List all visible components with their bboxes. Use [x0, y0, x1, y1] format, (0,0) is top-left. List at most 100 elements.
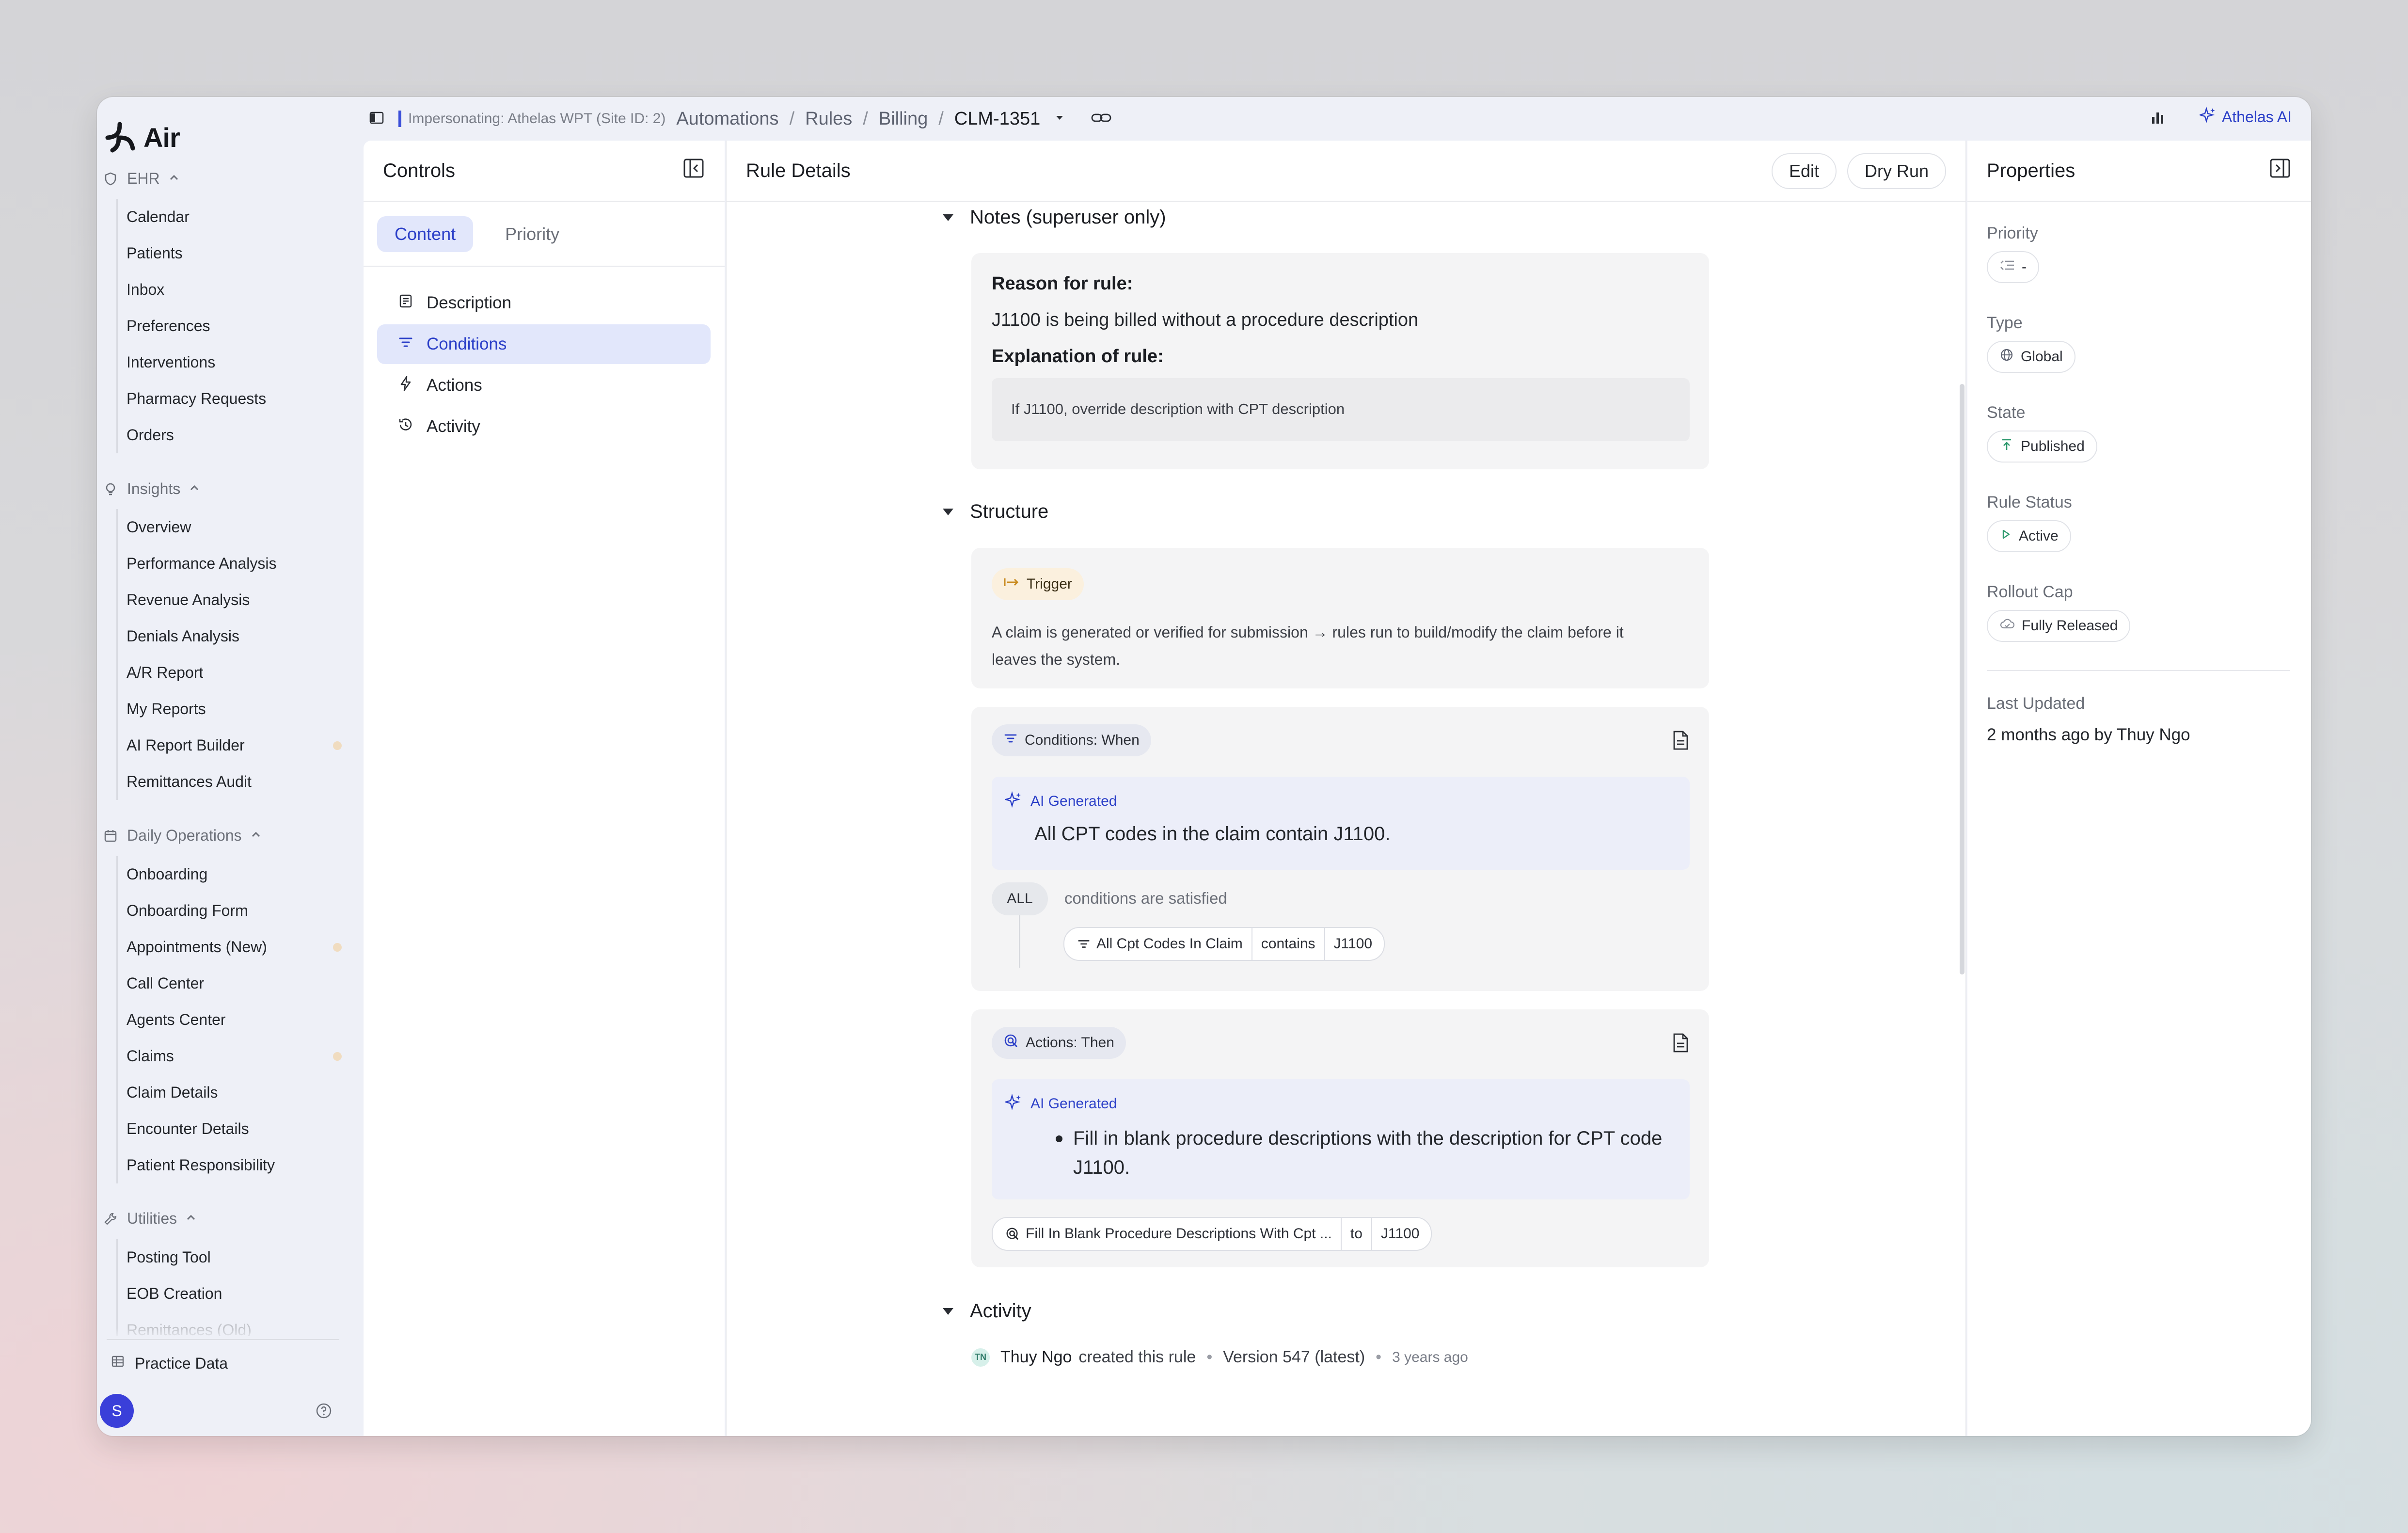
activity-version[interactable]: Version 547 (latest) — [1223, 1348, 1365, 1367]
impersonation-banner: Impersonating: Athelas WPT (Site ID: 2) — [398, 111, 665, 127]
sidebar-item-posting-tool[interactable]: Posting Tool — [118, 1239, 340, 1276]
breadcrumb-automations[interactable]: Automations — [676, 109, 778, 129]
lightning-icon — [397, 375, 414, 396]
edit-button[interactable]: Edit — [1771, 153, 1837, 189]
sidebar-item-pharmacy-requests[interactable]: Pharmacy Requests — [118, 381, 340, 417]
sidebar-item-patient-responsibility[interactable]: Patient Responsibility — [118, 1147, 340, 1183]
rule-status-chip[interactable]: Active — [1987, 520, 2071, 552]
sidebar-item-remittances-audit[interactable]: Remittances Audit — [118, 764, 340, 800]
condition-row[interactable]: All Cpt Codes In Claim contains J1100 — [1063, 927, 1385, 961]
activity-time: 3 years ago — [1392, 1349, 1468, 1365]
rollout-cap-chip[interactable]: Fully Released — [1987, 610, 2131, 642]
sidebar-toggle-icon[interactable] — [368, 110, 385, 128]
activity-section-toggle[interactable]: Activity — [943, 1300, 1031, 1322]
ai-generated-label: AI Generated — [1030, 1096, 1117, 1112]
dry-run-button[interactable]: Dry Run — [1847, 153, 1946, 189]
breadcrumb-separator: / — [789, 108, 795, 129]
toc-description[interactable]: Description — [377, 283, 711, 323]
bar-chart-icon[interactable] — [2148, 108, 2168, 130]
actions-summary-line: J1100. — [1073, 1157, 1130, 1178]
section-daily-operations[interactable]: Daily Operations — [102, 827, 262, 845]
reason-heading: Reason for rule: — [992, 273, 1133, 294]
sidebar-item-interventions[interactable]: Interventions — [118, 344, 340, 381]
breadcrumb-billing[interactable]: Billing — [879, 109, 928, 129]
tab-content[interactable]: Content — [377, 216, 474, 252]
toc-activity[interactable]: Activity — [377, 407, 711, 447]
sidebar-item-claims[interactable]: Claims — [118, 1038, 342, 1074]
athelas-ai-button[interactable]: Athelas AI — [2198, 106, 2292, 127]
sidebar-item-encounter-details[interactable]: Encounter Details — [118, 1111, 340, 1147]
sidebar-item-claim-details[interactable]: Claim Details — [118, 1074, 340, 1111]
nav-label: AI Report Builder — [127, 736, 245, 754]
breadcrumb-separator: / — [938, 108, 944, 129]
publish-icon — [1999, 437, 2014, 456]
sidebar-item-eob-creation[interactable]: EOB Creation — [118, 1276, 340, 1312]
type-chip[interactable]: Global — [1987, 341, 2075, 373]
sidebar-item-denials-analysis[interactable]: Denials Analysis — [118, 618, 340, 655]
document-icon[interactable] — [1671, 1033, 1690, 1055]
sidebar-item-revenue-analysis[interactable]: Revenue Analysis — [118, 582, 340, 618]
sidebar-item-ar-report[interactable]: A/R Report — [118, 655, 340, 691]
sidebar-item-my-reports[interactable]: My Reports — [118, 691, 340, 727]
arrow-right-from-bar-icon — [1003, 576, 1020, 592]
trigger-label: Trigger — [1027, 576, 1072, 592]
chevron-up-icon — [188, 480, 201, 498]
target-icon — [1003, 1033, 1019, 1053]
toc-actions[interactable]: Actions — [377, 366, 711, 405]
practice-data-label: Practice Data — [135, 1354, 228, 1372]
scrollbar[interactable] — [1960, 384, 1964, 974]
breadcrumb-rules[interactable]: Rules — [805, 109, 852, 129]
action-operator: to — [1340, 1218, 1371, 1250]
sidebar-item-onboarding[interactable]: Onboarding — [118, 856, 340, 893]
all-badge[interactable]: ALL — [992, 882, 1048, 915]
trigger-badge: Trigger — [992, 568, 1084, 600]
sidebar-item-overview[interactable]: Overview — [118, 509, 340, 545]
sidebar-item-inbox[interactable]: Inbox — [118, 271, 340, 308]
section-ehr[interactable]: EHR — [102, 170, 180, 188]
link-icon[interactable] — [1091, 111, 1112, 128]
sidebar-item-agents-center[interactable]: Agents Center — [118, 1002, 340, 1038]
sidebar-item-orders[interactable]: Orders — [118, 417, 340, 453]
controls-tabs: Content Priority — [377, 216, 577, 252]
last-updated-label: Last Updated — [1987, 694, 2085, 713]
status-dot — [333, 741, 342, 750]
sidebar-item-appointments-new[interactable]: Appointments (New) — [118, 929, 342, 965]
notes-title: Notes (superuser only) — [970, 207, 1166, 228]
help-icon[interactable] — [315, 1402, 333, 1422]
state-chip[interactable]: Published — [1987, 431, 2097, 463]
notes-section-toggle[interactable]: Notes (superuser only) — [943, 207, 1166, 228]
type-label: Type — [1987, 314, 2023, 332]
sidebar-item-calendar[interactable]: Calendar — [118, 199, 340, 235]
section-utilities[interactable]: Utilities — [102, 1210, 197, 1228]
sidebar-item-call-center[interactable]: Call Center — [118, 965, 340, 1002]
sidebar-item-onboarding-form[interactable]: Onboarding Form — [118, 893, 340, 929]
toc-conditions[interactable]: Conditions — [377, 324, 711, 364]
sidebar-item-patients[interactable]: Patients — [118, 235, 340, 271]
document-icon[interactable] — [1671, 730, 1690, 753]
action-row[interactable]: Fill In Blank Procedure Descriptions Wit… — [992, 1217, 1432, 1251]
priority-chip[interactable]: - — [1987, 251, 2039, 283]
sidebar-item-ai-report-builder[interactable]: AI Report Builder — [118, 727, 342, 764]
collapse-panel-icon[interactable] — [2268, 157, 2292, 185]
conditions-summary: All CPT codes in the claim contain J1100… — [1034, 823, 1391, 845]
controls-panel: Controls Content Priority Description Co… — [364, 141, 725, 1436]
app-name: Air — [143, 122, 180, 153]
avatar[interactable]: S — [100, 1394, 134, 1428]
sidebar-item-performance-analysis[interactable]: Performance Analysis — [118, 545, 340, 582]
table-icon — [111, 1354, 125, 1373]
collapse-panel-icon[interactable] — [682, 157, 705, 185]
tab-priority[interactable]: Priority — [488, 216, 577, 252]
explanation-box: If J1100, override description with CPT … — [992, 378, 1690, 441]
controls-header: Controls — [364, 141, 725, 202]
practice-data-link[interactable]: Practice Data — [111, 1354, 228, 1373]
caret-down-icon[interactable] — [1054, 112, 1065, 126]
section-insights[interactable]: Insights — [102, 480, 201, 498]
activity-user[interactable]: Thuy Ngo — [1000, 1348, 1072, 1367]
wrench-icon — [102, 1210, 119, 1228]
sidebar-item-preferences[interactable]: Preferences — [118, 308, 340, 344]
structure-section-toggle[interactable]: Structure — [943, 501, 1048, 523]
actions-summary: Fill in blank procedure descriptions wit… — [1073, 1124, 1662, 1182]
trigger-text-line: A claim is generated or verified for sub… — [992, 623, 1624, 641]
breadcrumb-current-rule[interactable]: CLM-1351 — [954, 109, 1040, 129]
app-logo[interactable]: Air — [103, 115, 180, 159]
